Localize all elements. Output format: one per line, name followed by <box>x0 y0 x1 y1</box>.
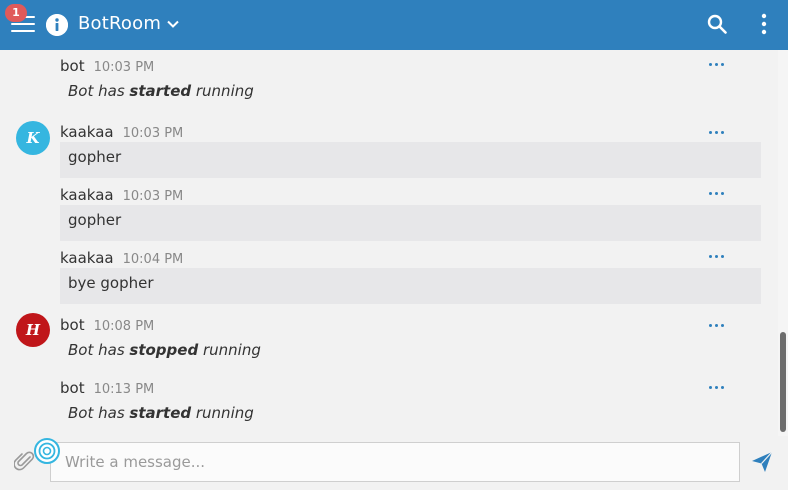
avatar[interactable]: K <box>16 121 50 155</box>
sender-name[interactable]: bot <box>60 57 85 75</box>
sender-name[interactable]: kaakaa <box>60 249 114 267</box>
sender-name[interactable]: bot <box>60 316 85 334</box>
message-time: 10:13 PM <box>93 382 155 397</box>
room-title[interactable]: BotRoom <box>78 13 179 34</box>
sender-name[interactable]: kaakaa <box>60 123 114 141</box>
send-icon[interactable] <box>751 451 773 473</box>
kebab-menu-icon[interactable] <box>755 13 773 35</box>
message-time: 10:03 PM <box>122 126 184 141</box>
message-header: kaakaa 10:04 PM <box>60 249 183 267</box>
more-options-icon[interactable] <box>708 382 726 392</box>
message-header: bot 10:08 PM <box>60 316 154 334</box>
scrollbar[interactable] <box>778 50 788 436</box>
system-message-text: Bot has started running <box>68 404 254 422</box>
message-text: gopher <box>60 205 761 241</box>
system-message-text: Bot has stopped running <box>68 341 261 359</box>
message-time: 10:03 PM <box>122 189 184 204</box>
search-icon[interactable] <box>707 14 727 34</box>
sender-name[interactable]: kaakaa <box>60 186 114 204</box>
scrollbar-thumb[interactable] <box>780 332 786 432</box>
avatar[interactable]: H <box>16 313 50 347</box>
more-options-icon[interactable] <box>708 59 726 69</box>
unread-badge: 1 <box>5 4 27 22</box>
system-message-text: Bot has started running <box>68 82 254 100</box>
message-list[interactable]: bot 10:03 PM Bot has started running K k… <box>0 50 778 436</box>
emoji-icon[interactable] <box>32 436 62 466</box>
message-text: bye gopher <box>60 268 761 304</box>
message-text: gopher <box>60 142 761 178</box>
chat-app: 1 BotRoom bot 10:03 PM Bot has started r… <box>0 0 788 490</box>
message-input[interactable] <box>50 442 740 482</box>
message-header: kaakaa 10:03 PM <box>60 123 183 141</box>
room-name: BotRoom <box>78 13 162 34</box>
info-circle-icon[interactable] <box>46 14 68 36</box>
chevron-down-icon <box>167 20 179 28</box>
more-options-icon[interactable] <box>708 127 726 137</box>
more-options-icon[interactable] <box>708 251 726 261</box>
message-header: bot 10:03 PM <box>60 57 154 75</box>
sender-name[interactable]: bot <box>60 379 85 397</box>
more-options-icon[interactable] <box>708 320 726 330</box>
message-time: 10:04 PM <box>122 252 184 267</box>
message-time: 10:03 PM <box>93 60 155 75</box>
more-options-icon[interactable] <box>708 188 726 198</box>
message-header: kaakaa 10:03 PM <box>60 186 183 204</box>
message-header: bot 10:13 PM <box>60 379 154 397</box>
message-time: 10:08 PM <box>93 319 155 334</box>
header-bar: 1 BotRoom <box>0 0 788 50</box>
